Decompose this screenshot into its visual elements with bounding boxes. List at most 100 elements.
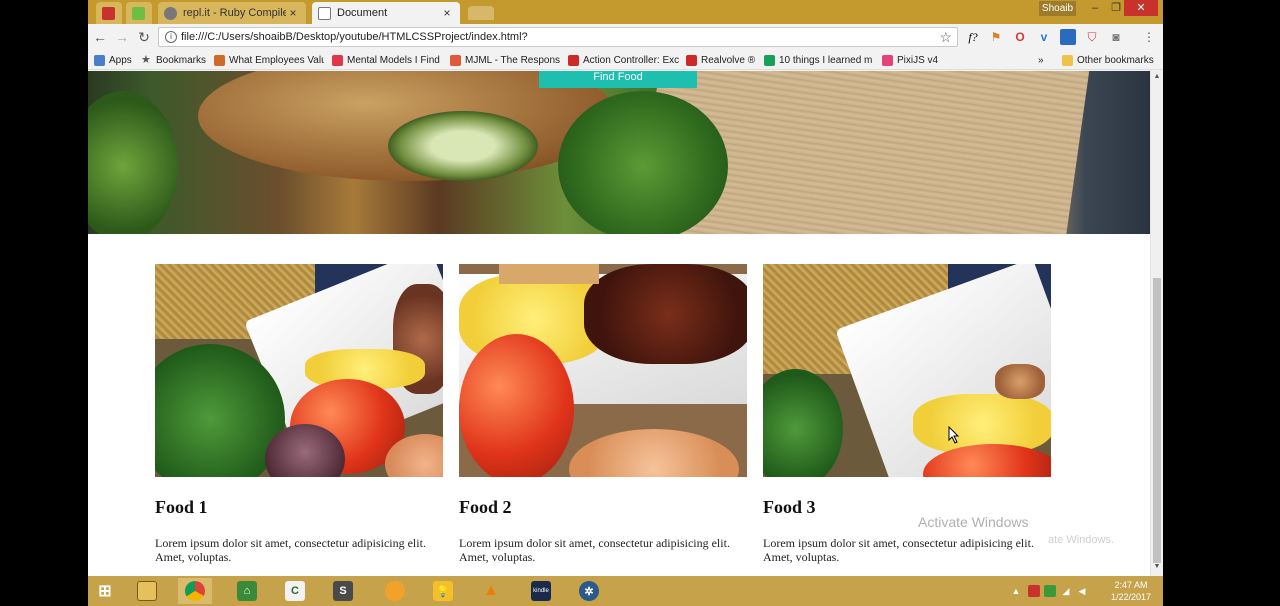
extension-v-icon[interactable]: v [1036, 29, 1052, 45]
tab-strip: repl.it - Ruby Compiler × Document × Sho… [88, 0, 1163, 24]
taskbar-app[interactable]: 💡 [426, 578, 460, 604]
bookmark-item[interactable]: ★ Bookmarks [141, 53, 211, 67]
scrollbar-thumb[interactable] [1153, 278, 1161, 563]
rails-icon [686, 54, 697, 66]
settings-app-icon: ✲ [579, 581, 599, 601]
apps-grid-icon [94, 54, 105, 66]
star-icon: ★ [141, 53, 151, 66]
address-bar[interactable]: i file:///C:/Users/shoaibB/Desktop/youtu… [158, 27, 958, 47]
extension-icon[interactable]: ⚑ [988, 29, 1004, 45]
bookmark-label: Action Controller: Exc [583, 54, 680, 66]
taskbar-app[interactable]: C [278, 578, 312, 604]
taskbar-app[interactable]: ▲ [474, 578, 508, 604]
tab-title: Document [337, 7, 388, 19]
food-photo [155, 264, 443, 477]
card-text: Lorem ipsum dolor sit amet, consectetur … [763, 536, 1034, 564]
upwork-u-icon [132, 6, 145, 20]
new-tab-button[interactable] [468, 6, 494, 20]
tab-document[interactable]: Document × [312, 2, 460, 24]
wifi-icon[interactable]: ◢ [1060, 585, 1072, 597]
food-photo [459, 264, 747, 477]
folder-icon [1062, 54, 1073, 66]
bookmark-item[interactable]: 10 things I learned m [764, 53, 876, 67]
page-viewport: Find Food Food 1 Lorem ipsum dolor sit a… [88, 71, 1150, 576]
volume-icon[interactable]: ◀ [1076, 585, 1088, 597]
card-text: Lorem ipsum dolor sit amet, consectetur … [459, 536, 730, 564]
back-button[interactable]: ← [92, 29, 108, 45]
desktop: repl.it - Ruby Compiler × Document × Sho… [0, 0, 1280, 606]
start-button[interactable]: ⊞ [88, 578, 122, 604]
opera-extension-icon[interactable]: O [1012, 29, 1028, 45]
lightbulb-icon: 💡 [433, 581, 453, 601]
pocket-icon [332, 54, 343, 66]
chrome-icon [185, 581, 205, 601]
tab-pinned-2[interactable] [126, 2, 152, 24]
bookmark-label: 10 things I learned m [779, 54, 873, 66]
taskbar-app[interactable] [178, 578, 212, 604]
taskbar-app[interactable] [130, 578, 164, 604]
card-title: Food 2 [459, 497, 512, 517]
medium-icon [764, 54, 775, 66]
formula-extension-icon[interactable]: f? [965, 29, 981, 45]
close-icon[interactable]: × [440, 6, 454, 20]
card-text: Lorem ipsum dolor sit amet, consectetur … [155, 536, 426, 564]
bookmark-label: Mental Models I Find [347, 54, 440, 66]
find-food-button[interactable]: Find Food [539, 71, 697, 88]
rails-icon [568, 54, 579, 66]
close-icon[interactable]: × [286, 6, 300, 20]
camtasia-icon: ⌂ [237, 581, 257, 601]
bookmark-item[interactable]: MJML - The Respons [450, 53, 560, 67]
system-clock[interactable]: 2:47 AM 1/22/2017 [1111, 579, 1151, 603]
food-photo [763, 264, 1051, 477]
bookmark-item[interactable]: What Employees Valu [214, 53, 324, 67]
bookmark-item[interactable]: Mental Models I Find [332, 53, 442, 67]
star-icon[interactable]: ☆ [939, 29, 952, 46]
vlc-icon: ▲ [483, 582, 499, 599]
card-title: Food 1 [155, 497, 208, 517]
bookmark-item[interactable]: Action Controller: Exc [568, 53, 680, 67]
bookmark-folder[interactable]: Other bookmarks [1062, 53, 1160, 67]
vertical-scrollbar[interactable]: ▲ ▼ [1150, 71, 1163, 576]
taskbar-app[interactable] [378, 578, 412, 604]
site-icon [214, 54, 225, 66]
bookmark-item[interactable]: Apps [94, 53, 138, 67]
pixijs-icon [882, 54, 893, 66]
activate-windows-watermark: Activate Windows [918, 514, 1029, 530]
tab-replit[interactable]: repl.it - Ruby Compiler × [158, 2, 306, 24]
bookmark-label: PixiJS v4 [897, 54, 939, 66]
taskbar-app[interactable]: ✲ [572, 578, 606, 604]
bookmark-label: What Employees Valu [229, 54, 324, 66]
camera-icon[interactable]: ◙ [1108, 29, 1124, 45]
red-feather-icon [102, 6, 115, 20]
chrome-window: repl.it - Ruby Compiler × Document × Sho… [88, 0, 1163, 576]
browser-toolbar: ← → ↻ i file:///C:/Users/shoaibB/Desktop… [88, 24, 1163, 50]
bookmark-item[interactable]: PixiJS v4 [882, 53, 952, 67]
scroll-up-arrow-icon[interactable]: ▲ [1153, 73, 1161, 80]
forward-button[interactable]: → [114, 29, 130, 45]
tray-app-icon[interactable] [1028, 585, 1040, 597]
scroll-down-arrow-icon[interactable]: ▼ [1153, 563, 1161, 570]
hero-greens [558, 91, 728, 234]
tab-pinned-1[interactable] [96, 2, 122, 24]
menu-icon[interactable]: ⋮ [1141, 29, 1157, 45]
more-bookmarks-button[interactable]: » [1038, 53, 1050, 67]
page-icon [318, 6, 331, 20]
window-close-button[interactable]: ✕ [1124, 0, 1158, 16]
taskbar-app[interactable]: kindle [524, 578, 558, 604]
tray-app-icon[interactable] [1044, 585, 1056, 597]
bookmark-label: Bookmarks [156, 54, 207, 66]
taskbar-app[interactable]: ⌂ [230, 578, 264, 604]
taskbar-app[interactable]: S [326, 578, 360, 604]
extension-blue-icon[interactable] [1060, 29, 1076, 45]
bookmarks-bar: Apps ★ Bookmarks What Employees Valu Men… [88, 50, 1163, 70]
camtasia-recorder-icon: C [285, 581, 305, 601]
tray-expand-icon[interactable]: ▲ [1010, 585, 1022, 597]
mouse-cursor-icon [948, 426, 960, 444]
reload-button[interactable]: ↻ [136, 29, 152, 45]
shield-icon[interactable]: ⛉ [1084, 29, 1100, 45]
profile-button[interactable]: Shoaib [1039, 1, 1076, 16]
bookmark-item[interactable]: Realvolve ® [686, 53, 758, 67]
info-icon[interactable]: i [165, 31, 177, 43]
mjml-icon [450, 54, 461, 66]
clock-time: 2:47 AM [1114, 580, 1148, 590]
